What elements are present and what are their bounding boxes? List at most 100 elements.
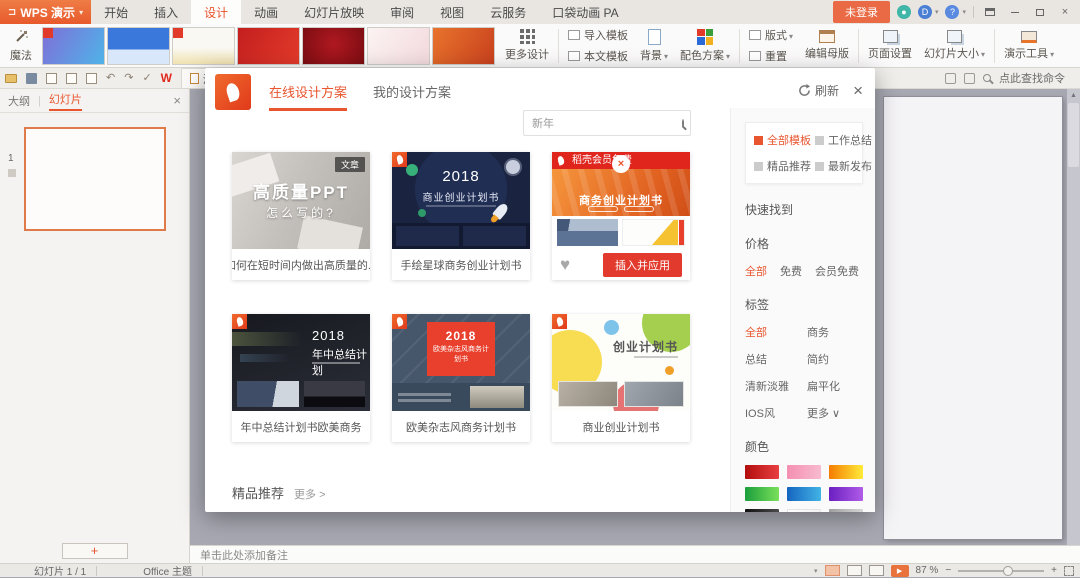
gallery-template-1[interactable] xyxy=(42,27,105,65)
redo-icon[interactable]: ↷ xyxy=(124,73,133,84)
swatch-gray[interactable] xyxy=(829,509,863,512)
search-input[interactable] xyxy=(524,117,682,129)
search-icon[interactable] xyxy=(682,119,684,128)
wps-home-icon[interactable]: W xyxy=(161,71,172,85)
zoom-slider-thumb[interactable] xyxy=(1003,566,1013,576)
zoom-slider[interactable] xyxy=(958,570,1044,572)
search-box[interactable] xyxy=(523,110,691,136)
template-card-planet[interactable]: 2018 商业创业计划书 手绘星球商务创业计划书 xyxy=(392,152,530,280)
ribbon-collapse-button[interactable] xyxy=(981,4,999,20)
magic-button[interactable]: 魔法 xyxy=(4,26,38,66)
tag-minimal[interactable]: 简约 xyxy=(807,351,863,367)
gallery-template-5[interactable] xyxy=(302,27,365,65)
insert-apply-button[interactable]: 插入并应用 xyxy=(603,253,682,277)
swatch-orange-yellow[interactable] xyxy=(829,465,863,479)
restore-button[interactable] xyxy=(1031,4,1049,20)
import-template-button[interactable]: 导入模板 xyxy=(568,27,628,43)
tab-slideshow[interactable]: 幻灯片放映 xyxy=(291,0,377,24)
edit-master-button[interactable]: 编辑母版 xyxy=(799,26,855,66)
template-card-member[interactable]: 稻壳会员免费 × 商务创业计划书 xyxy=(552,152,690,280)
reading-view-button[interactable] xyxy=(869,565,884,576)
tag-more[interactable]: 更多 ∨ xyxy=(807,405,863,421)
swatch-green[interactable] xyxy=(745,487,779,501)
price-free[interactable]: 免费 xyxy=(780,263,802,279)
layout-button[interactable]: 版式 xyxy=(749,27,793,43)
price-all[interactable]: 全部 xyxy=(745,263,767,279)
tab-animation[interactable]: 动画 xyxy=(241,0,291,24)
gallery-template-2[interactable] xyxy=(107,27,170,65)
tag-flat[interactable]: 扁平化 xyxy=(807,378,863,394)
swatch-purple[interactable] xyxy=(829,487,863,501)
slide-thumbnail-1[interactable] xyxy=(24,127,166,231)
text-template-button[interactable]: 本文模板 xyxy=(568,48,628,64)
dialog-close-icon[interactable]: × xyxy=(853,82,863,99)
tab-design[interactable]: 设计 xyxy=(191,0,241,24)
vertical-scrollbar[interactable]: ▲ xyxy=(1067,89,1080,545)
notes-bar[interactable]: 单击此处添加备注 xyxy=(190,545,1080,563)
zoom-in-button[interactable]: + xyxy=(1051,565,1057,576)
tag-fresh[interactable]: 清新淡雅 xyxy=(745,378,807,394)
fit-to-window-button[interactable] xyxy=(1064,566,1074,576)
page-setup-button[interactable]: 页面设置 xyxy=(862,26,918,66)
tab-review[interactable]: 审阅 xyxy=(377,0,427,24)
slideshow-play-button[interactable]: ▶ xyxy=(891,565,909,577)
swatch-pink[interactable] xyxy=(787,465,821,479)
slide-page[interactable] xyxy=(884,97,1062,539)
swatch-red[interactable] xyxy=(745,465,779,479)
filter-all-templates[interactable]: 全部模板 xyxy=(754,132,811,148)
slide-size-button[interactable]: 幻灯片大小 xyxy=(918,26,991,66)
gallery-template-4[interactable] xyxy=(237,27,300,65)
gallery-template-7[interactable] xyxy=(432,27,495,65)
slide-sorter-button[interactable] xyxy=(847,565,862,576)
tab-outline[interactable]: 大纲 xyxy=(8,93,30,109)
swatch-white[interactable] xyxy=(787,509,821,512)
background-button[interactable]: 背景 xyxy=(634,26,674,66)
login-button[interactable]: 未登录 xyxy=(833,1,890,23)
find-command-label[interactable]: 点此查找命令 xyxy=(999,70,1065,86)
tab-home[interactable]: 开始 xyxy=(91,0,141,24)
template-card-startup[interactable]: 创业计划书 商业创业计划书 xyxy=(552,314,690,442)
tab-cloud[interactable]: 云服务 xyxy=(477,0,539,24)
template-card-midyear[interactable]: 2018 年中总结计划 年中总结计划书欧美商务 xyxy=(232,314,370,442)
present-tools-button[interactable]: 演示工具 xyxy=(998,26,1060,66)
print-preview-icon[interactable] xyxy=(86,73,97,84)
save-icon[interactable] xyxy=(26,73,37,84)
open-icon[interactable] xyxy=(5,74,17,83)
undo-icon[interactable]: ↶ xyxy=(106,73,115,84)
filter-newest[interactable]: 最新发布 xyxy=(815,158,872,174)
gallery-template-3[interactable] xyxy=(172,27,235,65)
color-scheme-button[interactable]: 配色方案 xyxy=(674,26,736,66)
scroll-up-icon[interactable]: ▲ xyxy=(1067,89,1080,99)
normal-view-button[interactable] xyxy=(825,565,840,576)
swatch-blue[interactable] xyxy=(787,487,821,501)
tab-view[interactable]: 视图 xyxy=(427,0,477,24)
reset-button[interactable]: 重置 xyxy=(749,48,793,64)
filter-work-summary[interactable]: 工作总结 xyxy=(815,132,872,148)
docer-icon[interactable]: D xyxy=(918,5,932,19)
template-card-article[interactable]: 高质量PPT 怎么写的? 文章 如何在短时间内做出高质量的... xyxy=(232,152,370,280)
tag-all[interactable]: 全部 xyxy=(745,324,807,340)
tag-business[interactable]: 商务 xyxy=(807,324,863,340)
help-icon[interactable]: ? xyxy=(945,5,959,19)
favorite-heart-icon[interactable]: ♥ xyxy=(560,256,570,273)
cloud-sync-icon[interactable]: ● xyxy=(897,5,911,19)
tab-slides[interactable]: 幻灯片 xyxy=(49,91,82,111)
print-icon[interactable] xyxy=(66,73,77,84)
tab-insert[interactable]: 插入 xyxy=(141,0,191,24)
zoom-out-button[interactable]: − xyxy=(945,565,951,576)
close-icon[interactable]: × xyxy=(173,93,181,108)
chevron-icon[interactable]: ▾ xyxy=(814,567,818,575)
monitor-icon[interactable] xyxy=(964,73,975,84)
scrollbar-thumb[interactable] xyxy=(1068,103,1079,167)
tab-pocket-animation[interactable]: 口袋动画 PA xyxy=(539,0,631,24)
refresh-button[interactable]: 刷新 xyxy=(798,82,839,99)
more-design-button[interactable]: 更多设计 xyxy=(499,26,555,66)
dismiss-icon[interactable]: × xyxy=(612,155,630,173)
close-button[interactable]: × xyxy=(1056,4,1074,20)
tag-summary[interactable]: 总结 xyxy=(745,351,807,367)
price-member-free[interactable]: 会员免费 xyxy=(815,263,859,279)
filter-premium[interactable]: 精品推荐 xyxy=(754,158,811,174)
tag-ios[interactable]: IOS风 xyxy=(745,405,807,421)
add-slide-button[interactable]: + xyxy=(62,543,128,559)
wps-logo[interactable]: ⊐ WPS 演示 ▾ xyxy=(0,0,91,24)
